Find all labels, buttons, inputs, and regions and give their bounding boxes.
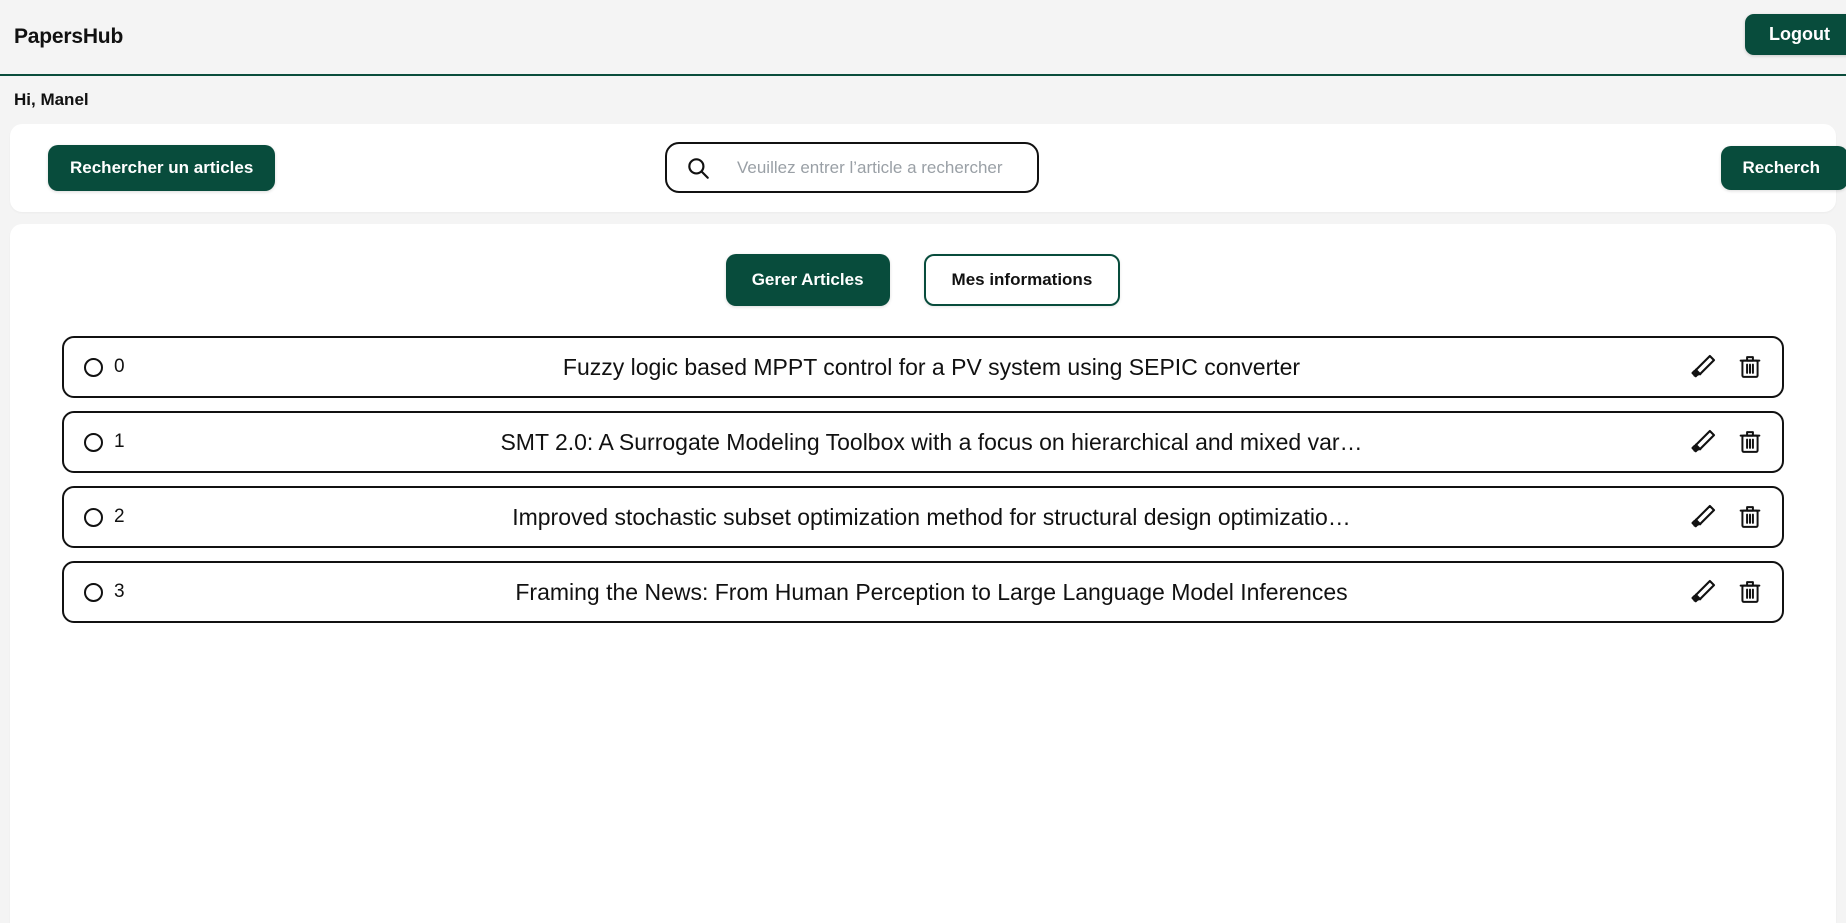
row-selector-group: 0 (84, 356, 204, 378)
article-title: Framing the News: From Human Perception … (515, 578, 1348, 605)
row-selector-group: 1 (84, 431, 204, 453)
table-row[interactable]: 2 Improved stochastic subset optimizatio… (62, 486, 1784, 548)
pencil-icon[interactable] (1688, 502, 1718, 532)
row-radio-button[interactable] (84, 357, 103, 377)
row-radio-button[interactable] (84, 507, 103, 527)
article-title: SMT 2.0: A Surrogate Modeling Toolbox wi… (500, 428, 1363, 455)
row-index-label: 0 (114, 356, 125, 377)
row-selector-group: 3 (84, 581, 204, 603)
trash-icon[interactable] (1736, 428, 1764, 456)
article-title: Fuzzy logic based MPPT control for a PV … (562, 353, 1301, 380)
table-row[interactable]: 1 SMT 2.0: A Surrogate Modeling Toolbox … (62, 411, 1784, 473)
row-radio-button[interactable] (84, 432, 103, 452)
row-action-group (1659, 502, 1764, 532)
row-index-label: 3 (114, 581, 125, 602)
tab-mes-informations[interactable]: Mes informations (923, 254, 1121, 306)
trash-icon[interactable] (1736, 578, 1764, 606)
article-title: Improved stochastic subset optimization … (512, 503, 1351, 530)
app-header: PapersHub Logout (0, 0, 1846, 76)
logout-button[interactable]: Logout (1745, 14, 1846, 55)
article-list: 0 Fuzzy logic based MPPT control for a P… (10, 336, 1836, 623)
search-input[interactable] (737, 157, 1023, 178)
rechercher-un-articles-button[interactable]: Rechercher un articles (48, 145, 276, 191)
trash-icon[interactable] (1736, 353, 1764, 381)
row-action-group (1659, 577, 1764, 607)
row-index-label: 2 (114, 506, 125, 527)
search-bar-card: Rechercher un articles Recherch (10, 124, 1846, 212)
row-action-group (1659, 427, 1764, 457)
pencil-icon[interactable] (1688, 427, 1718, 457)
trash-icon[interactable] (1736, 503, 1764, 531)
search-icon (685, 155, 711, 181)
pencil-icon[interactable] (1688, 352, 1718, 382)
main-content-panel: Gerer Articles Mes informations 0 Fuzzy … (10, 224, 1836, 923)
row-radio-button[interactable] (84, 582, 103, 602)
row-index-label: 1 (114, 431, 125, 452)
recherch-submit-button[interactable]: Recherch (1720, 146, 1846, 190)
row-action-group (1659, 352, 1764, 382)
table-row[interactable]: 0 Fuzzy logic based MPPT control for a P… (62, 336, 1784, 398)
app-root: PapersHub Logout Hi, Manel Rechercher un… (0, 0, 1846, 923)
pencil-icon[interactable] (1688, 577, 1718, 607)
greeting-text: Hi, Manel (14, 90, 89, 109)
table-row[interactable]: 3 Framing the News: From Human Perceptio… (62, 561, 1784, 623)
tab-gerer-articles[interactable]: Gerer Articles (725, 254, 890, 306)
search-field-container[interactable] (665, 142, 1039, 193)
app-brand-title: PapersHub (14, 25, 124, 48)
tab-bar: Gerer Articles Mes informations (10, 254, 1836, 306)
row-selector-group: 2 (84, 506, 204, 528)
